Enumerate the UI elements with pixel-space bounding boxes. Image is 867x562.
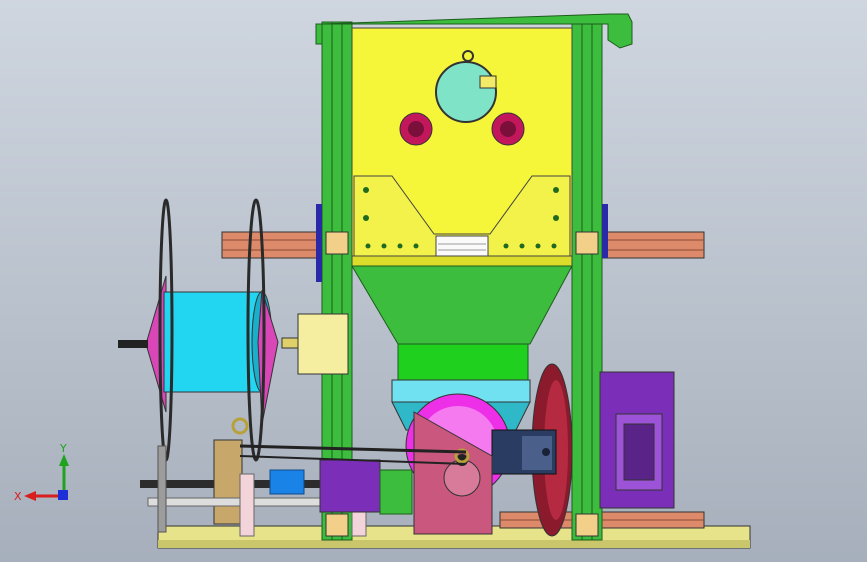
eye-bolt-left: [231, 417, 249, 435]
green-support-lower: [379, 469, 413, 515]
triad-y-label: Y: [59, 442, 67, 455]
cad-viewport[interactable]: Y X: [0, 0, 867, 562]
lower-left-bracket: [213, 439, 243, 525]
side-clip-left: [316, 204, 322, 282]
funnel-neck: [397, 343, 529, 381]
base-plate-shadow: [158, 540, 750, 548]
motor-gearbox: [491, 429, 557, 475]
triad-x-label: X: [14, 490, 22, 503]
triad-z-box: [58, 490, 68, 500]
slide-rod: [147, 497, 325, 507]
cad-model-drawing: Y X: [14, 13, 751, 549]
gauge-clamp: [479, 75, 497, 89]
bearing-shaft: [281, 337, 299, 349]
funnel: [351, 265, 573, 345]
knob-left-inner: [408, 121, 424, 137]
post-left: [157, 445, 167, 533]
hopper-lip: [351, 255, 573, 267]
gauge-dial: [435, 61, 497, 123]
bearing-block: [297, 313, 349, 375]
knob-right-inner: [500, 121, 516, 137]
hopper-slot: [435, 235, 489, 257]
coordinate-triad: Y X: [14, 442, 69, 503]
blue-coupling: [269, 469, 305, 495]
frame-post-right: [571, 21, 603, 541]
spool-shaft: [118, 340, 148, 348]
spool-flange-right: [257, 289, 279, 425]
spool-flange-left: [145, 275, 167, 413]
support-pillar-left: [239, 473, 255, 537]
side-clip-right: [602, 204, 608, 258]
purple-block-lower: [319, 459, 381, 513]
